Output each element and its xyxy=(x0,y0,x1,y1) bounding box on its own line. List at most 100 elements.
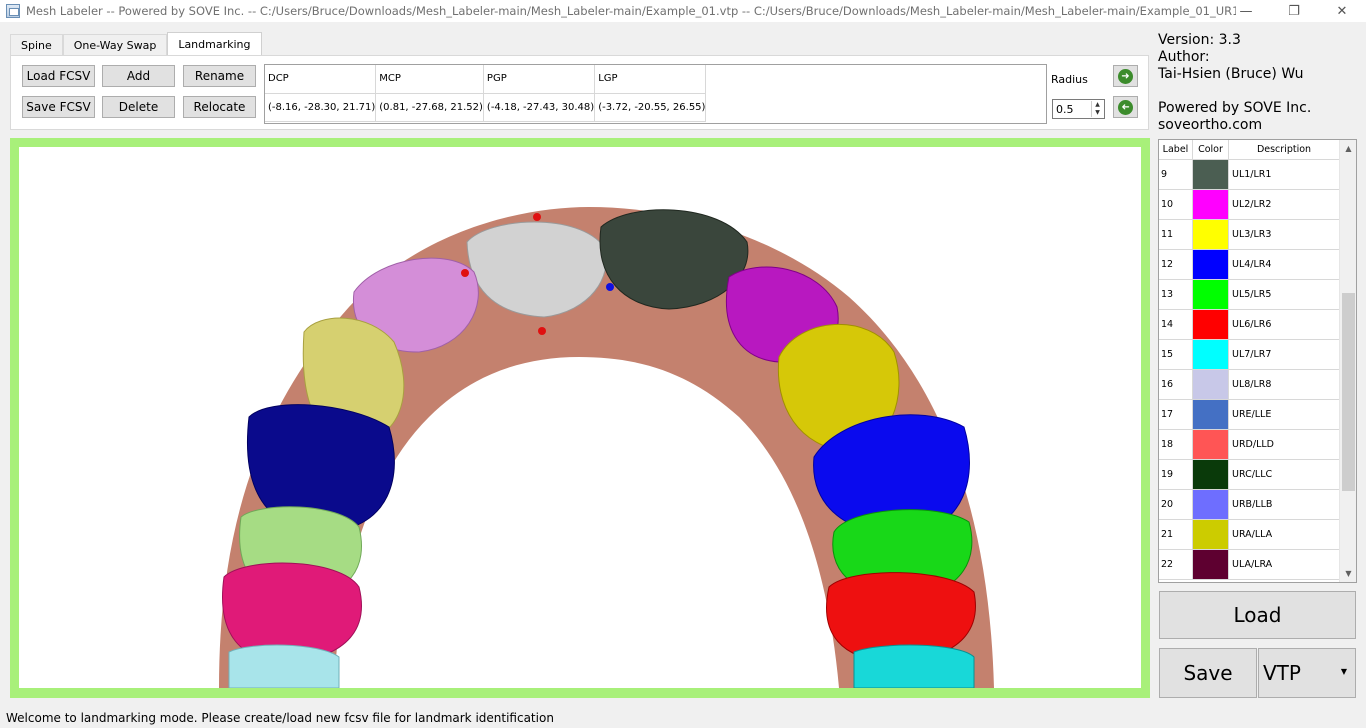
label-description: UL7/LR7 xyxy=(1232,349,1272,360)
landmark-coords[interactable]: (-3.72, -20.55, 26.55) xyxy=(594,93,707,122)
previous-landmark-button[interactable]: ➜ xyxy=(1113,96,1138,118)
label-description: URB/LLB xyxy=(1232,499,1273,510)
dropdown-arrow-icon: ▼ xyxy=(1340,667,1347,676)
landmark-name[interactable]: DCP xyxy=(265,65,377,94)
color-swatch[interactable] xyxy=(1193,160,1229,189)
color-swatch[interactable] xyxy=(1193,550,1229,579)
label-table-scrollbar[interactable]: ▲ ▼ xyxy=(1339,140,1356,582)
table-row[interactable]: 9 UL1/LR1 xyxy=(1159,160,1339,190)
format-select[interactable]: VTP ▼ xyxy=(1258,648,1356,698)
tab-landmarking[interactable]: Landmarking xyxy=(167,32,262,55)
label-description: UL4/LR4 xyxy=(1232,259,1272,270)
label-id: 15 xyxy=(1159,340,1193,369)
table-row[interactable]: 17 URE/LLE xyxy=(1159,400,1339,430)
render-canvas[interactable] xyxy=(19,147,1141,688)
label-id: 22 xyxy=(1159,550,1193,579)
label-id: 20 xyxy=(1159,490,1193,519)
landmark-name[interactable]: PGP xyxy=(483,65,596,94)
table-row[interactable]: 11 UL3/LR3 xyxy=(1159,220,1339,250)
landmark-marker xyxy=(606,283,614,291)
table-row[interactable]: 20 URB/LLB xyxy=(1159,490,1339,520)
table-row[interactable]: 10 UL2/LR2 xyxy=(1159,190,1339,220)
label-id: 10 xyxy=(1159,190,1193,219)
landmark-name[interactable]: MCP xyxy=(375,65,484,94)
dental-mesh-render[interactable] xyxy=(19,147,1141,688)
landmark-coords[interactable]: (-4.18, -27.43, 30.48) xyxy=(483,93,596,122)
mode-tabs: Spine One-Way Swap Landmarking xyxy=(10,32,262,55)
spin-down-icon[interactable]: ▼ xyxy=(1092,109,1103,117)
color-swatch[interactable] xyxy=(1193,460,1229,489)
landmark-name[interactable]: LGP xyxy=(594,65,707,94)
format-value: VTP xyxy=(1263,661,1301,685)
window-title: Mesh Labeler -- Powered by SOVE Inc. -- … xyxy=(26,4,1236,18)
color-swatch[interactable] xyxy=(1193,370,1229,399)
table-row[interactable]: 15 UL7/LR7 xyxy=(1159,340,1339,370)
label-id: 19 xyxy=(1159,460,1193,489)
table-row[interactable]: 13 UL5/LR5 xyxy=(1159,280,1339,310)
label-id: 18 xyxy=(1159,430,1193,459)
tab-spine[interactable]: Spine xyxy=(10,34,63,55)
add-landmark-button[interactable]: Add xyxy=(102,65,175,87)
website-text: soveortho.com xyxy=(1158,117,1263,133)
close-button[interactable]: ✕ xyxy=(1318,0,1366,22)
maximize-button[interactable]: ❐ xyxy=(1270,0,1318,22)
scroll-up-icon[interactable]: ▲ xyxy=(1340,140,1356,157)
powered-by-text: Powered by SOVE Inc. xyxy=(1158,100,1312,116)
landmark-table[interactable]: DCP MCP PGP LGP (-8.16, -28.30, 21.71) (… xyxy=(264,64,1047,124)
label-id: 11 xyxy=(1159,220,1193,249)
color-swatch[interactable] xyxy=(1193,400,1229,429)
scroll-down-icon[interactable]: ▼ xyxy=(1340,565,1356,582)
label-id: 12 xyxy=(1159,250,1193,279)
scroll-thumb[interactable] xyxy=(1342,293,1355,491)
table-row[interactable]: 19 URC/LLC xyxy=(1159,460,1339,490)
color-swatch[interactable] xyxy=(1193,220,1229,249)
radius-label: Radius xyxy=(1051,73,1088,86)
load-fcsv-button[interactable]: Load FCSV xyxy=(22,65,95,87)
landmark-marker xyxy=(538,327,546,335)
label-description: URC/LLC xyxy=(1232,469,1273,480)
mesh-viewport[interactable] xyxy=(10,138,1150,698)
author-label: Author: xyxy=(1158,49,1210,65)
color-swatch[interactable] xyxy=(1193,280,1229,309)
title-bar: Mesh Labeler -- Powered by SOVE Inc. -- … xyxy=(0,0,1366,22)
table-row[interactable]: 21 URA/LLA xyxy=(1159,520,1339,550)
color-swatch[interactable] xyxy=(1193,430,1229,459)
next-landmark-button[interactable]: ➜ xyxy=(1113,65,1138,87)
color-swatch[interactable] xyxy=(1193,190,1229,219)
label-id: 17 xyxy=(1159,400,1193,429)
table-row[interactable]: 16 UL8/LR8 xyxy=(1159,370,1339,400)
table-row[interactable]: 12 UL4/LR4 xyxy=(1159,250,1339,280)
minimize-button[interactable]: — xyxy=(1222,0,1270,22)
rename-landmark-button[interactable]: Rename xyxy=(183,65,256,87)
color-swatch[interactable] xyxy=(1193,250,1229,279)
relocate-landmark-button[interactable]: Relocate xyxy=(183,96,256,118)
spin-up-icon[interactable]: ▲ xyxy=(1092,101,1103,109)
label-description: UL5/LR5 xyxy=(1232,289,1272,300)
landmark-coords[interactable]: (-8.16, -28.30, 21.71) xyxy=(265,93,377,122)
label-color-table[interactable]: Label Color Description 9 UL1/LR1 10 UL2/LR… xyxy=(1158,139,1357,583)
app-icon xyxy=(6,4,20,18)
label-description: UL8/LR8 xyxy=(1232,379,1272,390)
label-table-rows: 9 UL1/LR1 10 UL2/LR2 11 UL3/LR3 12 UL4/LR4 13 UL5… xyxy=(1159,160,1339,580)
save-fcsv-button[interactable]: Save FCSV xyxy=(22,96,95,118)
load-button[interactable]: Load xyxy=(1159,591,1356,639)
label-description: UL2/LR2 xyxy=(1232,199,1272,210)
author-name: Tai-Hsien (Bruce) Wu xyxy=(1158,66,1304,82)
label-description: UL3/LR3 xyxy=(1232,229,1272,240)
delete-landmark-button[interactable]: Delete xyxy=(102,96,175,118)
radius-spinbox[interactable]: 0.5 ▲ ▼ xyxy=(1052,99,1105,119)
label-id: 16 xyxy=(1159,370,1193,399)
save-button[interactable]: Save xyxy=(1159,648,1257,698)
color-swatch[interactable] xyxy=(1193,520,1229,549)
table-row[interactable]: 22 ULA/LRA xyxy=(1159,550,1339,580)
table-row[interactable]: 14 UL6/LR6 xyxy=(1159,310,1339,340)
color-swatch[interactable] xyxy=(1193,310,1229,339)
tab-one-way-swap[interactable]: One-Way Swap xyxy=(62,34,168,55)
tooth-ur7 xyxy=(853,644,975,688)
landmarking-panel: Load FCSV Save FCSV Add Delete Rename Re… xyxy=(10,55,1149,130)
landmark-coords[interactable]: (0.81, -27.68, 21.52) xyxy=(375,93,484,122)
color-swatch[interactable] xyxy=(1193,490,1229,519)
color-swatch[interactable] xyxy=(1193,340,1229,369)
tooth-ul7 xyxy=(228,644,340,688)
table-row[interactable]: 18 URD/LLD xyxy=(1159,430,1339,460)
